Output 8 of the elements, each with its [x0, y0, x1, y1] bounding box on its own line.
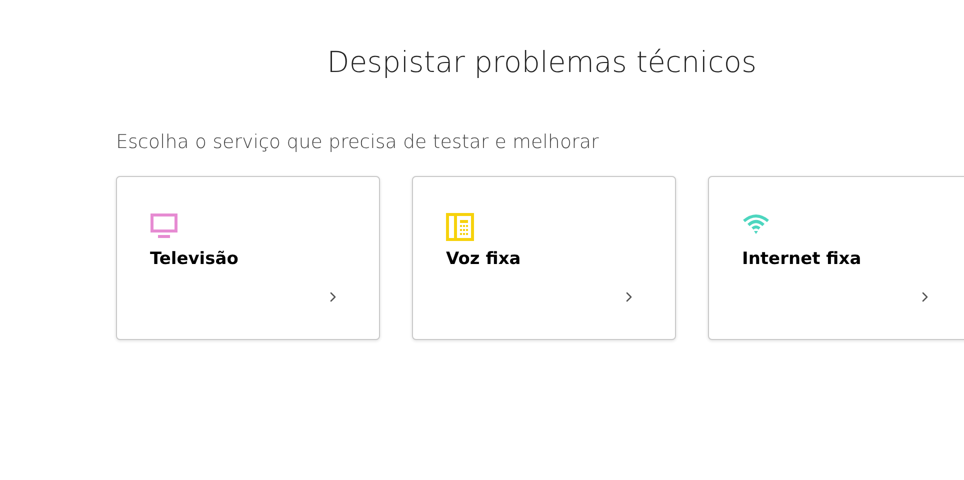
- service-card[interactable]: Televisão: [116, 176, 380, 340]
- page-subtitle: Escolha o serviço que precisa de testar e melhorar: [116, 130, 600, 155]
- service-label: Internet fixa: [742, 248, 862, 271]
- service-label: Televisão: [150, 248, 240, 271]
- service-card[interactable]: Internet fixa: [708, 176, 964, 340]
- service-card[interactable]: Voz fixa: [412, 176, 676, 340]
- page-title: Despistar problemas técnicos: [326, 44, 758, 81]
- service-label: Voz fixa: [446, 248, 522, 271]
